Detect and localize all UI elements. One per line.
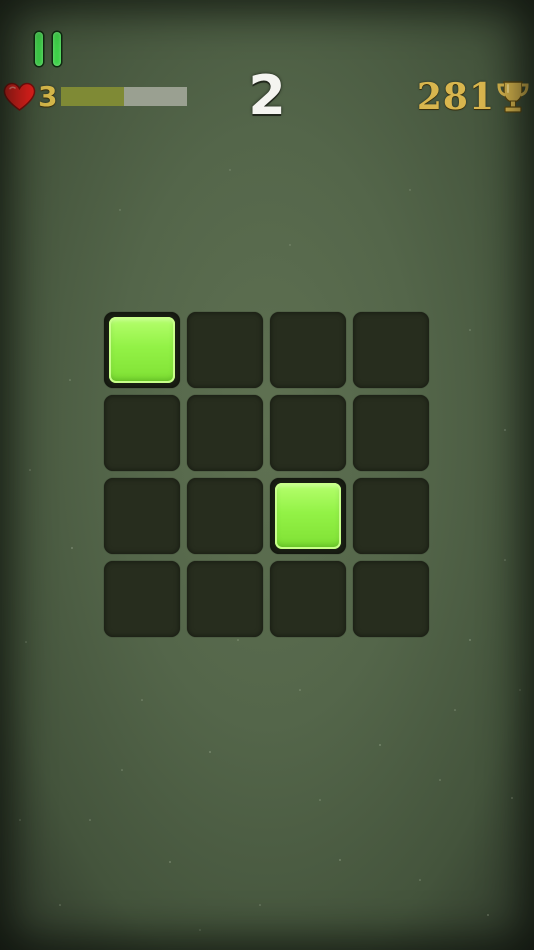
game-screen: 3 2 281 (0, 0, 534, 950)
best-score: 281 (417, 76, 530, 118)
best-score-value: 281 (416, 76, 495, 118)
grid-tile-r1c2[interactable] (270, 395, 346, 471)
trophy-icon (497, 81, 529, 113)
grid-tile-r3c1[interactable] (187, 561, 263, 637)
grid-tile-r2c1[interactable] (187, 478, 263, 554)
grid-tile-r1c0[interactable] (104, 395, 180, 471)
lit-tile-r0c0[interactable] (104, 312, 180, 388)
grid-tile-r2c3[interactable] (353, 478, 429, 554)
grid-tile-r3c0[interactable] (104, 561, 180, 637)
grid-tile-r0c3[interactable] (353, 312, 429, 388)
pause-button[interactable] (30, 30, 70, 68)
grid-tile-r2c0[interactable] (104, 478, 180, 554)
grid-tile-r3c3[interactable] (353, 561, 429, 637)
grid-tile-r1c1[interactable] (187, 395, 263, 471)
grid-tile-r1c3[interactable] (353, 395, 429, 471)
grid-tile-r0c1[interactable] (187, 312, 263, 388)
grid-tile-r0c2[interactable] (270, 312, 346, 388)
lit-tile-r2c2[interactable] (270, 478, 346, 554)
tile-grid (104, 312, 430, 638)
grid-tile-r3c2[interactable] (270, 561, 346, 637)
